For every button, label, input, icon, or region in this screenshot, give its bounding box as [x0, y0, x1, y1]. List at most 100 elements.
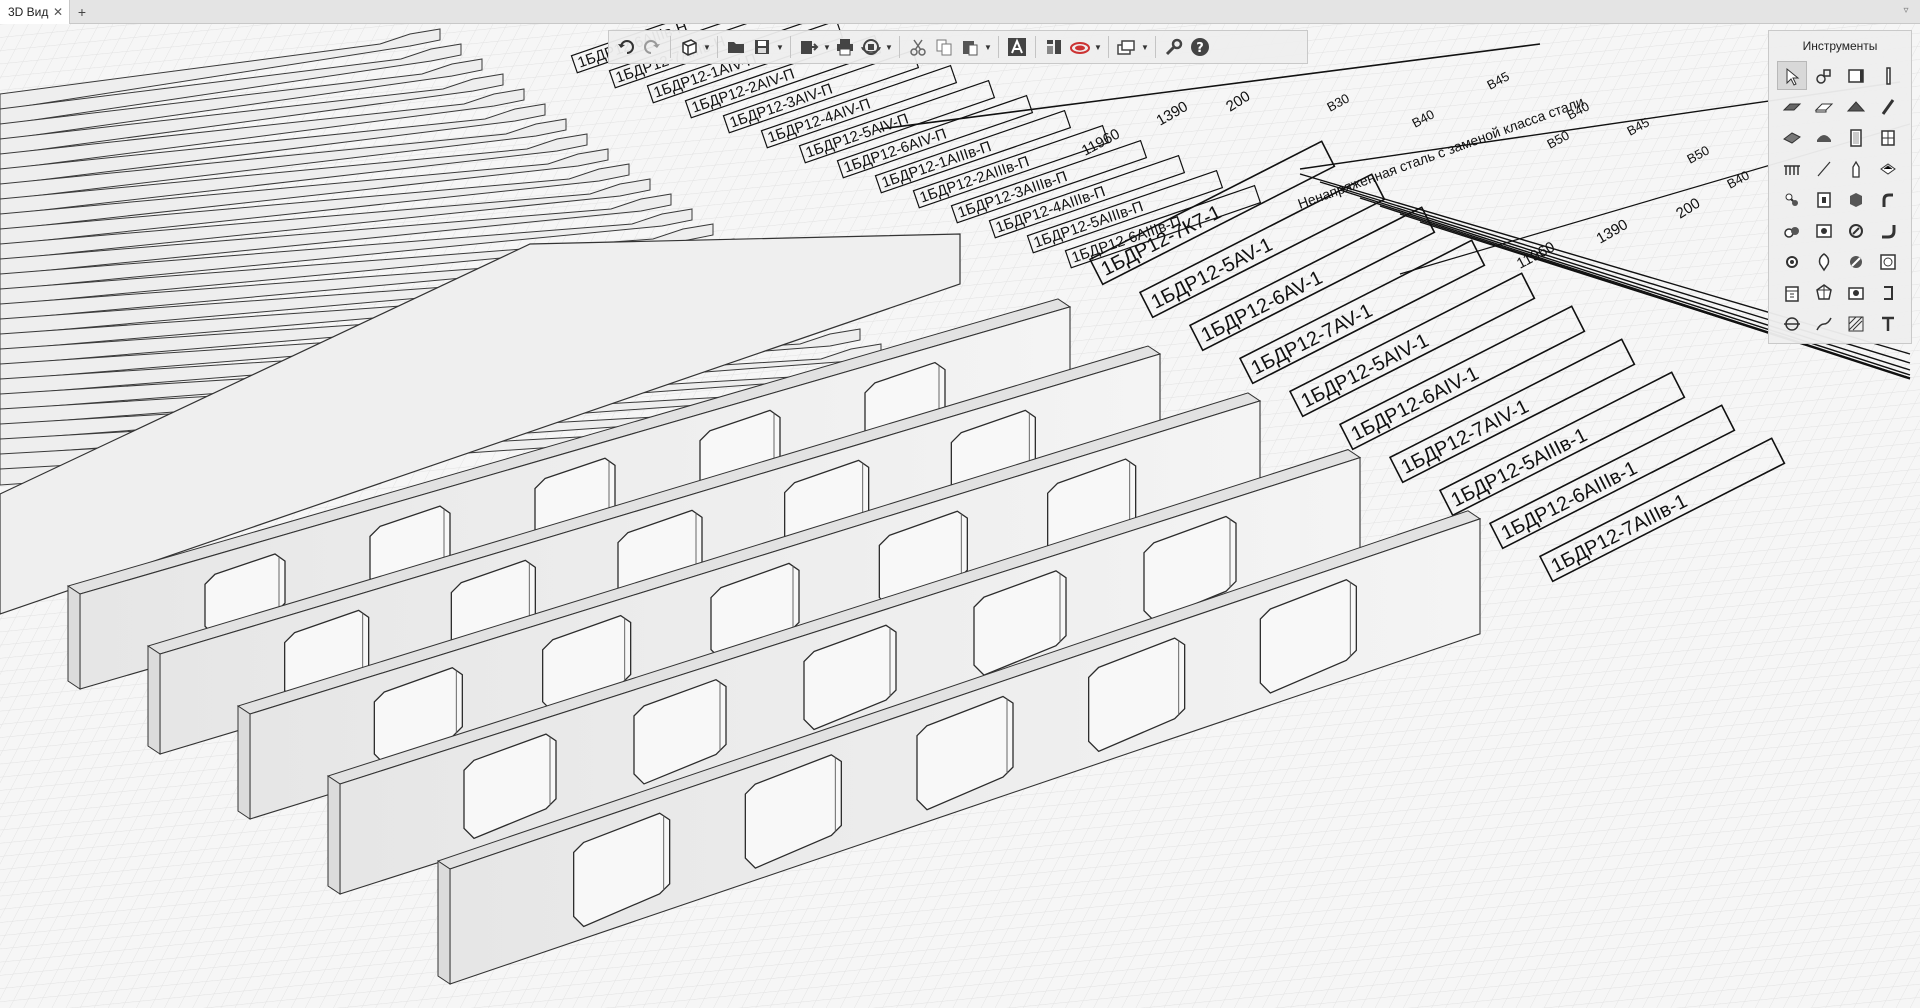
- fittings-icon: [1784, 226, 1799, 238]
- tool-button-column[interactable]: [1873, 61, 1903, 90]
- beam-end-face: [437, 860, 451, 985]
- tool-button-line[interactable]: [1809, 154, 1839, 183]
- tool-button-cube[interactable]: [1841, 185, 1871, 214]
- tool-button-window[interactable]: [1873, 123, 1903, 152]
- 3d-viewport[interactable]: 1БДР12-7К7-1 1БДР12-5AV-1 1БДР12-6AV-1 1БДР…: [0, 24, 1920, 1008]
- tool-button-floor[interactable]: [1809, 92, 1839, 121]
- tool-button-door[interactable]: [1841, 123, 1871, 152]
- line-icon: [1817, 161, 1831, 176]
- tool-button-camera[interactable]: [1841, 278, 1871, 307]
- tool-button-wall[interactable]: [1841, 61, 1871, 90]
- tool-button-hand[interactable]: [1841, 154, 1871, 183]
- tool-button-polyline[interactable]: [1809, 309, 1839, 338]
- tool-button-lamp[interactable]: [1809, 247, 1839, 276]
- tool-button-building[interactable]: [1777, 278, 1807, 307]
- chevron-down-icon[interactable]: ▼: [983, 33, 993, 61]
- chevron-down-icon[interactable]: ▼: [702, 33, 712, 61]
- tool-button-texture[interactable]: [1841, 309, 1871, 338]
- tab-3d-view[interactable]: 3D Вид ✕: [0, 0, 70, 24]
- tool-button-slab[interactable]: [1777, 92, 1807, 121]
- tool-button-roof[interactable]: [1841, 92, 1871, 121]
- tool-button-bracket[interactable]: [1873, 278, 1903, 307]
- tool-button-panel-sheet[interactable]: [1809, 216, 1839, 245]
- floor-icon: [1814, 103, 1834, 112]
- cloud-icon: [1070, 42, 1090, 54]
- column-icon: [1886, 66, 1891, 85]
- tool-button-beam[interactable]: [1873, 92, 1903, 121]
- open-button[interactable]: [723, 33, 749, 61]
- view-3d-button[interactable]: [676, 33, 702, 61]
- tool-button-mesh[interactable]: [1809, 278, 1839, 307]
- main-toolbar: ▼ ▼ ▼ ▼ ▼ ▼ ▼ ?: [608, 30, 1308, 64]
- redo-icon: [644, 40, 660, 54]
- chevron-down-icon[interactable]: ▼: [822, 33, 832, 61]
- tab-menu-icon[interactable]: ▿: [1900, 5, 1912, 19]
- bend-icon: [1882, 224, 1896, 238]
- chevron-down-icon[interactable]: ▼: [1140, 33, 1150, 61]
- bracket-icon: [1884, 285, 1893, 300]
- tool-button-text[interactable]: [1873, 309, 1903, 338]
- print-icon: [837, 39, 853, 56]
- orbit-button[interactable]: [858, 33, 884, 61]
- tool-button-valve[interactable]: [1841, 216, 1871, 245]
- tool-button-fittings[interactable]: [1777, 216, 1807, 245]
- hatch-icon: [1880, 162, 1896, 175]
- tool-button-pointer[interactable]: [1777, 61, 1807, 90]
- chevron-down-icon[interactable]: ▼: [1093, 33, 1103, 61]
- layers-icon: [1117, 40, 1135, 55]
- beam-end-face: [237, 705, 251, 820]
- layers-button[interactable]: [1114, 33, 1140, 61]
- toolbar-separator: [1108, 36, 1109, 58]
- text-icon: [1882, 316, 1894, 331]
- chain-icon: [1785, 193, 1798, 206]
- texture-icon: [1848, 316, 1864, 331]
- text-style-button[interactable]: [1004, 33, 1030, 61]
- undo-icon: [618, 40, 634, 54]
- tool-button-shell[interactable]: [1809, 123, 1839, 152]
- wrench-icon: [1165, 38, 1183, 56]
- tool-button-table[interactable]: [1777, 154, 1807, 183]
- fixture-icon: [1850, 255, 1862, 268]
- help-button[interactable]: ?: [1187, 33, 1213, 61]
- door-icon: [1850, 128, 1862, 147]
- cut-button[interactable]: [905, 33, 931, 61]
- tool-button-gear[interactable]: [1777, 247, 1807, 276]
- undo-button[interactable]: [613, 33, 639, 61]
- settings-button[interactable]: [1161, 33, 1187, 61]
- print-button[interactable]: [832, 33, 858, 61]
- copy-button[interactable]: [931, 33, 957, 61]
- cloud-button[interactable]: [1067, 33, 1093, 61]
- palette-grid: [1777, 61, 1909, 340]
- tool-button-fixture[interactable]: [1841, 247, 1871, 276]
- tool-button-dimension[interactable]: [1777, 309, 1807, 338]
- chevron-down-icon[interactable]: ▼: [884, 33, 894, 61]
- properties-button[interactable]: [1041, 33, 1067, 61]
- dimension-icon: [1784, 316, 1800, 331]
- gear-icon: [1786, 255, 1798, 268]
- roof-icon: [1846, 100, 1866, 111]
- view-3d-icon: [682, 39, 697, 56]
- toolbar-separator: [670, 36, 671, 58]
- paste-button[interactable]: [957, 33, 983, 61]
- paste-icon: [963, 41, 978, 56]
- tool-button-pipe[interactable]: [1873, 185, 1903, 214]
- redo-button[interactable]: [639, 33, 665, 61]
- tool-button-elevator[interactable]: [1809, 185, 1839, 214]
- tool-button-scale[interactable]: [1873, 247, 1903, 276]
- tool-button-panel[interactable]: [1777, 123, 1807, 152]
- chevron-down-icon[interactable]: ▼: [775, 33, 785, 61]
- mesh-icon: [1816, 283, 1832, 300]
- tool-button-hatch[interactable]: [1873, 154, 1903, 183]
- toolbar-separator: [1155, 36, 1156, 58]
- close-icon[interactable]: ✕: [53, 4, 63, 20]
- export-button[interactable]: [796, 33, 822, 61]
- lamp-icon: [1818, 252, 1830, 271]
- export-icon: [801, 41, 819, 54]
- scene-canvas[interactable]: 1БДР12-7К7-11БДР12-5AV-11БДР12-6AV-11БДР…: [0, 24, 1920, 1008]
- tool-button-bend[interactable]: [1873, 216, 1903, 245]
- tool-button-chain[interactable]: [1777, 185, 1807, 214]
- save-button[interactable]: [749, 33, 775, 61]
- tool-button-object-snap[interactable]: [1809, 61, 1839, 90]
- valve-icon: [1849, 223, 1863, 238]
- add-tab-button[interactable]: +: [72, 0, 92, 24]
